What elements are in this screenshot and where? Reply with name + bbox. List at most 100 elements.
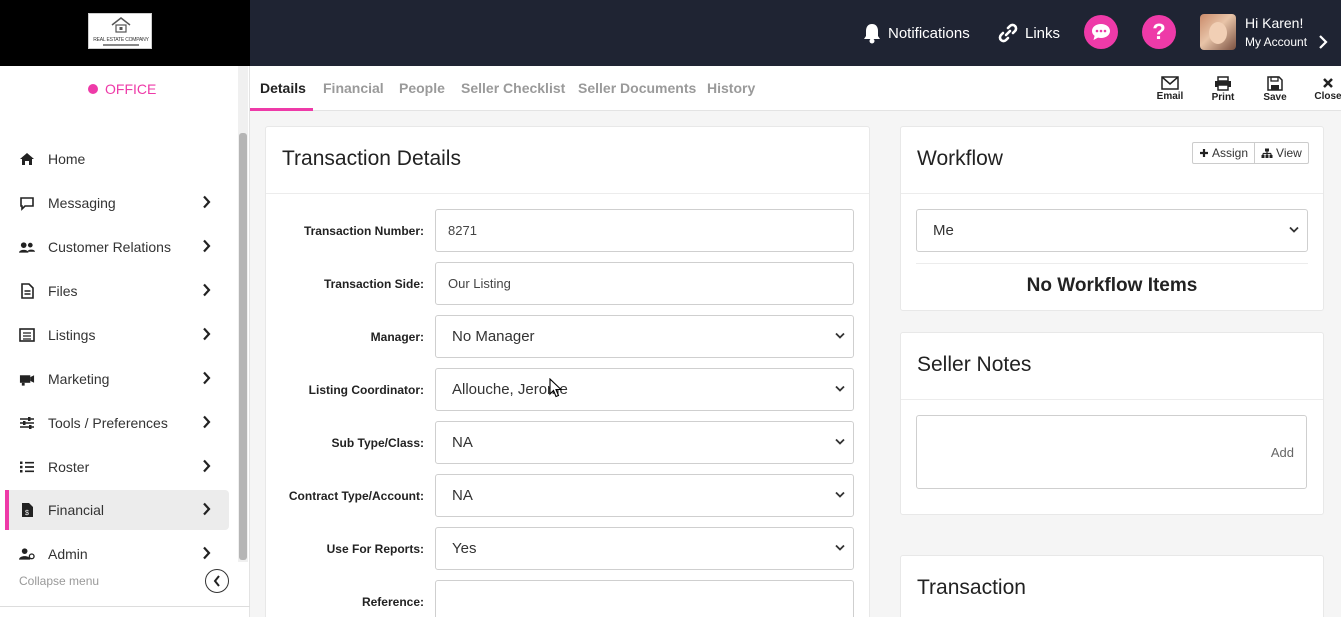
logo-underline [103,44,139,46]
close-button[interactable]: Close [1308,76,1341,102]
question-icon: ? [1152,19,1166,44]
sidebar-item-admin[interactable]: Admin [5,534,229,574]
chevron-right-icon [203,546,211,560]
field-label: Reference: [361,595,424,609]
sidebar-item-label: Financial [48,502,105,518]
chevron-right-icon [203,195,211,209]
assign-label: Assign [1212,146,1249,160]
sidebar-item-home[interactable]: Home [5,139,229,179]
divider [0,606,250,607]
sidebar-scrollbar-thumb[interactable] [239,133,247,560]
sidebar-item-tools-preferences[interactable]: Tools / Preferences [5,403,229,443]
marketing-icon [19,371,35,387]
svg-text:$: $ [25,510,29,517]
tab-history[interactable]: History [707,80,755,96]
sitemap-icon [1261,148,1273,158]
panel-title: Workflow [917,147,1003,170]
tab-details[interactable]: Details [260,80,306,96]
reference-input[interactable] [435,580,854,617]
chevron-right-icon [203,459,211,473]
chevron-right-icon[interactable] [1318,34,1328,50]
email-button[interactable]: Email [1150,76,1190,102]
contract-type-account-select[interactable]: NA [435,474,854,517]
tab-seller-documents[interactable]: Seller Documents [578,80,696,96]
selected-value: Me [933,222,954,239]
tab-financial[interactable]: Financial [323,80,384,96]
links-label: Links [1025,24,1061,42]
plus-icon [1200,149,1208,157]
sidebar-item-label: Listings [48,327,96,343]
close-label: Close [1314,91,1341,102]
printer-icon [1215,76,1231,91]
my-account-link[interactable]: My Account [1245,35,1307,49]
link-icon [998,23,1018,43]
avatar[interactable] [1200,14,1236,50]
active-tab-indicator [250,108,313,111]
admin-icon [19,546,35,562]
office-indicator[interactable]: OFFICE [88,81,156,97]
chevron-down-icon [835,544,845,551]
sub-type-class-select[interactable]: NA [435,421,854,464]
selected-value: No Manager [452,328,535,345]
users-icon [19,239,35,255]
listing-coordinator-select[interactable]: Allouche, Jerome [435,368,854,411]
sidebar-item-messaging[interactable]: Messaging [5,183,229,223]
file-icon [19,283,35,299]
home-icon [19,151,35,167]
tab-bar: Details Financial People Seller Checklis… [250,66,1341,111]
panel-title: Seller Notes [917,353,1032,376]
selected-value: Yes [452,540,477,557]
chevron-down-icon [835,385,845,392]
status-dot [88,84,98,94]
save-button[interactable]: Save [1255,76,1295,103]
field-label: Contract Type/Account: [288,489,424,503]
chevron-right-icon [203,415,211,429]
transaction-side-input[interactable]: Our Listing [435,262,854,305]
print-button[interactable]: Print [1203,76,1243,103]
field-value: 8271 [448,223,477,238]
print-label: Print [1211,92,1235,103]
company-logo[interactable]: REAL ESTATE COMPANY [88,13,152,49]
collapse-menu-button[interactable] [205,569,229,593]
sidebar-item-label: Files [48,283,78,299]
sidebar-item-label: Admin [48,546,88,562]
tab-people[interactable]: People [399,80,445,96]
help-button[interactable]: ? [1142,15,1176,49]
sidebar-item-label: Roster [48,459,90,475]
chevron-right-icon [203,239,211,253]
add-note-button[interactable]: Add [1271,445,1294,460]
sidebar-item-label: Messaging [48,195,116,211]
selected-value: NA [452,487,473,504]
divider [901,193,1323,194]
view-button[interactable]: View [1254,143,1308,163]
divider [916,263,1308,264]
house-logo-icon [111,17,131,33]
view-label: View [1276,146,1302,160]
manager-select[interactable]: No Manager [435,315,854,358]
chevron-down-icon [835,491,845,498]
chevron-right-icon [203,283,211,297]
assign-button[interactable]: Assign [1193,143,1254,163]
chat-bubble-icon [1092,24,1110,40]
sidebar-item-files[interactable]: Files [5,271,229,311]
workflow-empty-message: No Workflow Items [1026,275,1198,296]
sidebar-item-customer-relations[interactable]: Customer Relations [5,227,229,267]
use-for-reports-select[interactable]: Yes [435,527,854,570]
sidebar-item-financial[interactable]: $ Financial [5,490,229,530]
envelope-icon [1161,76,1179,90]
notifications-link[interactable]: Notifications [862,0,970,66]
workflow-filter-select[interactable]: Me [916,209,1308,252]
tab-seller-checklist[interactable]: Seller Checklist [461,80,565,96]
sidebar-item-marketing[interactable]: Marketing [5,359,229,399]
notifications-label: Notifications [888,24,970,42]
collapse-menu-label[interactable]: Collapse menu [19,574,99,588]
seller-notes-input[interactable]: Add [916,415,1307,489]
office-label: OFFICE [105,81,157,97]
links-link[interactable]: Links [997,0,1060,66]
sidebar-item-roster[interactable]: Roster [5,447,229,487]
transaction-number-input[interactable]: 8271 [435,209,854,252]
chat-button[interactable] [1084,15,1118,49]
field-label: Use For Reports: [326,542,424,556]
message-icon [19,195,35,211]
sidebar-item-listings[interactable]: Listings [5,315,229,355]
